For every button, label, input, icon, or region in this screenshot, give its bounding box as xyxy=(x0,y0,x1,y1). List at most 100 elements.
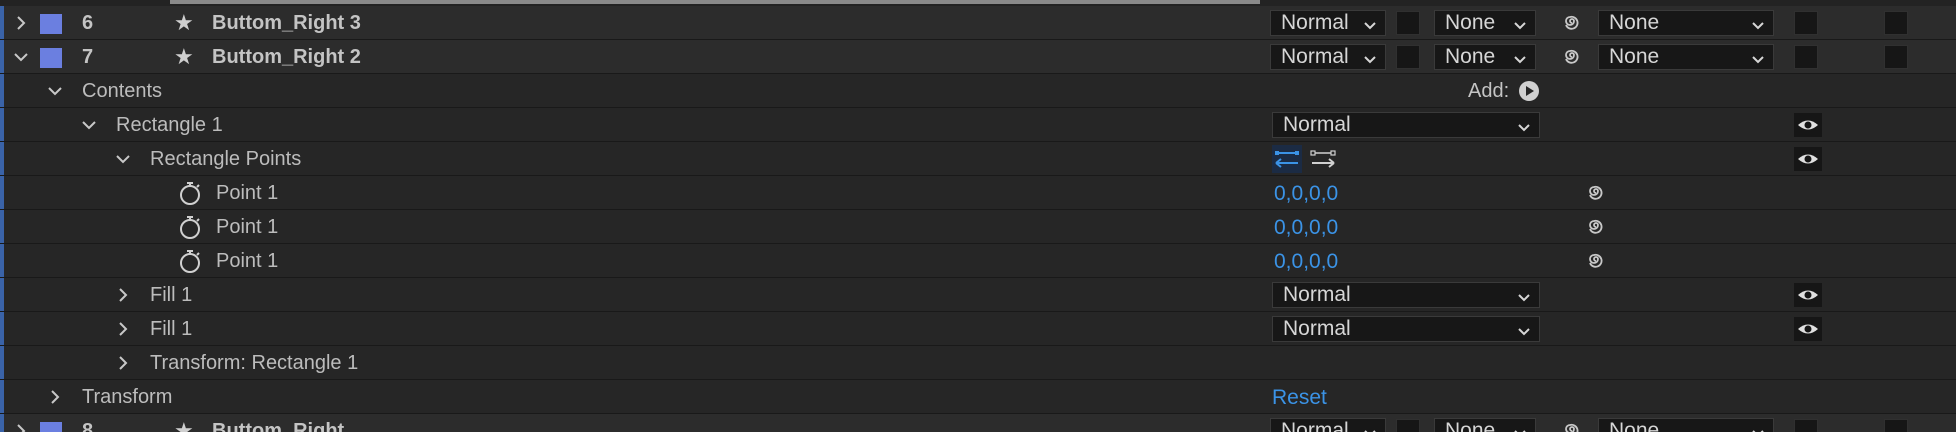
blend-mode-dropdown[interactable]: Normal xyxy=(1270,44,1386,70)
chevron-down-icon xyxy=(1517,321,1531,345)
fill-blend-value: Normal xyxy=(1283,317,1351,340)
parent-dropdown[interactable]: None xyxy=(1598,44,1774,70)
rectangle-blend-dropdown[interactable]: Normal xyxy=(1272,112,1540,138)
point-row[interactable]: Point 1 0,0,0,0 xyxy=(0,176,1956,210)
layer-color-bar xyxy=(0,108,4,141)
chevron-right-icon[interactable] xyxy=(12,14,30,32)
layer-row-6[interactable]: 6 ★ Buttom_Right 3 Normal None None xyxy=(0,6,1956,40)
layer-color-bar xyxy=(0,346,4,379)
parent-dropdown[interactable]: None xyxy=(1598,10,1774,36)
path-direction-icon[interactable] xyxy=(1308,145,1338,173)
blend-mode-dropdown[interactable]: Normal xyxy=(1270,418,1386,432)
star-icon: ★ xyxy=(174,418,194,432)
layer-color-bar xyxy=(0,244,4,277)
switch-box[interactable] xyxy=(1884,45,1908,69)
preserve-transparency-box[interactable] xyxy=(1396,419,1420,432)
transform-label: Transform xyxy=(82,386,173,408)
fill-row[interactable]: Fill 1 Normal xyxy=(0,278,1956,312)
add-label: Add: xyxy=(1468,80,1510,102)
play-icon[interactable] xyxy=(1518,80,1540,102)
layer-color-bar xyxy=(0,176,4,209)
chevron-down-icon xyxy=(1363,423,1377,432)
layer-row-7[interactable]: 7 ★ Buttom_Right 2 Normal None None xyxy=(0,40,1956,74)
spiral-icon[interactable] xyxy=(1584,181,1608,205)
spiral-icon[interactable] xyxy=(1560,419,1584,432)
star-icon: ★ xyxy=(174,44,194,69)
label-color-swatch[interactable] xyxy=(40,422,62,432)
fill-blend-dropdown[interactable]: Normal xyxy=(1272,316,1540,342)
blend-mode-dropdown[interactable]: Normal xyxy=(1270,10,1386,36)
layer-number: 6 xyxy=(82,12,94,34)
chevron-down-icon[interactable] xyxy=(80,116,98,134)
switch-box[interactable] xyxy=(1794,45,1818,69)
track-matte-dropdown[interactable]: None xyxy=(1434,418,1536,432)
track-matte-value: None xyxy=(1445,11,1496,34)
spiral-icon[interactable] xyxy=(1560,45,1584,69)
layer-name[interactable]: Buttom_Right xyxy=(212,420,344,432)
chevron-right-icon[interactable] xyxy=(114,286,132,304)
stopwatch-icon[interactable] xyxy=(178,180,202,206)
track-matte-dropdown[interactable]: None xyxy=(1434,10,1536,36)
switch-box[interactable] xyxy=(1794,11,1818,35)
track-matte-dropdown[interactable]: None xyxy=(1434,44,1536,70)
stopwatch-icon[interactable] xyxy=(178,248,202,274)
point-value[interactable]: 0,0,0,0 xyxy=(1274,182,1338,206)
switch-box[interactable] xyxy=(1794,419,1818,432)
eye-icon[interactable] xyxy=(1794,283,1822,307)
fill-blend-dropdown[interactable]: Normal xyxy=(1272,282,1540,308)
fill-blend-value: Normal xyxy=(1283,283,1351,306)
fill-label: Fill 1 xyxy=(150,284,193,306)
switch-box[interactable] xyxy=(1884,419,1908,432)
transform-rectangle-label: Transform: Rectangle 1 xyxy=(150,352,359,374)
point-value[interactable]: 0,0,0,0 xyxy=(1274,250,1338,274)
rectangle-row[interactable]: Rectangle 1 Normal xyxy=(0,108,1956,142)
point-label: Point 1 xyxy=(216,216,279,238)
spiral-icon[interactable] xyxy=(1560,11,1584,35)
layer-name[interactable]: Buttom_Right 3 xyxy=(212,12,361,35)
spiral-icon[interactable] xyxy=(1584,215,1608,239)
reset-link[interactable]: Reset xyxy=(1272,386,1327,410)
chevron-down-icon xyxy=(1517,117,1531,141)
transform-row[interactable]: Transform Reset xyxy=(0,380,1956,414)
stopwatch-icon[interactable] xyxy=(178,214,202,240)
preserve-transparency-box[interactable] xyxy=(1396,45,1420,69)
spiral-icon[interactable] xyxy=(1584,249,1608,273)
track-matte-value: None xyxy=(1445,419,1496,432)
parent-value: None xyxy=(1609,11,1660,34)
scroll-indicator[interactable] xyxy=(170,0,1260,4)
point-value[interactable]: 0,0,0,0 xyxy=(1274,216,1338,240)
contents-row[interactable]: Contents Add: xyxy=(0,74,1956,108)
chevron-down-icon[interactable] xyxy=(12,48,30,66)
chevron-down-icon[interactable] xyxy=(46,82,64,100)
blend-mode-value: Normal xyxy=(1281,45,1349,68)
rectangle-points-row[interactable]: Rectangle Points xyxy=(0,142,1956,176)
star-icon: ★ xyxy=(174,10,194,35)
layer-number: 7 xyxy=(82,46,94,68)
label-color-swatch[interactable] xyxy=(40,14,62,34)
layer-color-bar xyxy=(0,312,4,345)
transform-rectangle-row[interactable]: Transform: Rectangle 1 xyxy=(0,346,1956,380)
point-row[interactable]: Point 1 0,0,0,0 xyxy=(0,244,1956,278)
fill-row[interactable]: Fill 1 Normal xyxy=(0,312,1956,346)
chevron-right-icon[interactable] xyxy=(114,354,132,372)
chevron-down-icon xyxy=(1751,15,1765,39)
preserve-transparency-box[interactable] xyxy=(1396,11,1420,35)
layer-name[interactable]: Buttom_Right 2 xyxy=(212,46,361,69)
switch-box[interactable] xyxy=(1884,11,1908,35)
path-direction-icon[interactable] xyxy=(1272,145,1302,173)
eye-icon[interactable] xyxy=(1794,317,1822,341)
fill-label: Fill 1 xyxy=(150,318,193,340)
layer-color-bar xyxy=(0,74,4,107)
parent-dropdown[interactable]: None xyxy=(1598,418,1774,432)
point-row[interactable]: Point 1 0,0,0,0 xyxy=(0,210,1956,244)
label-color-swatch[interactable] xyxy=(40,48,62,68)
eye-icon[interactable] xyxy=(1794,147,1822,171)
chevron-right-icon[interactable] xyxy=(114,320,132,338)
eye-icon[interactable] xyxy=(1794,113,1822,137)
layer-row-8[interactable]: 8 ★ Buttom_Right Normal None None xyxy=(0,414,1956,432)
chevron-right-icon[interactable] xyxy=(12,422,30,432)
rectangle-points-label: Rectangle Points xyxy=(150,148,302,170)
chevron-right-icon[interactable] xyxy=(46,388,64,406)
chevron-down-icon[interactable] xyxy=(114,150,132,168)
layer-color-bar xyxy=(0,380,4,413)
